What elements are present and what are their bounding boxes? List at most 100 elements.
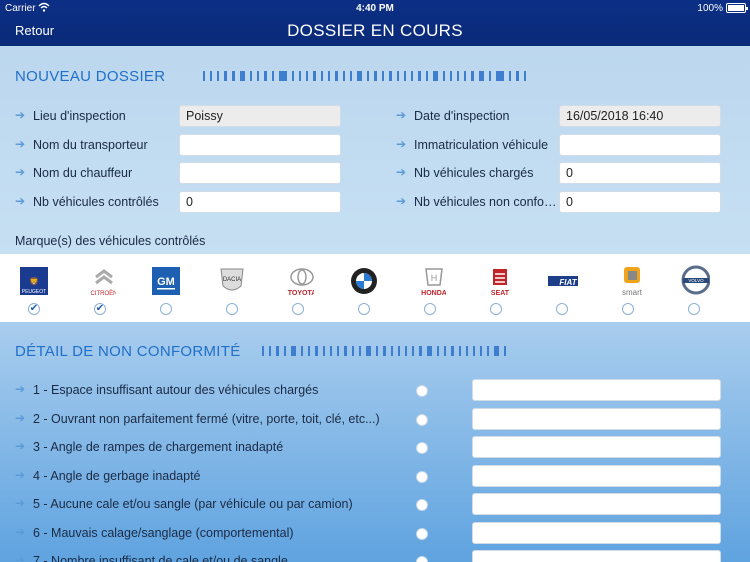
- brand-checkbox[interactable]: [292, 303, 304, 315]
- nonconformity-input[interactable]: [472, 493, 721, 515]
- brand-citroën[interactable]: CITROËN ✔: [69, 262, 129, 320]
- divider-dash: [487, 346, 489, 356]
- brand-honda[interactable]: H HONDA: [399, 262, 459, 320]
- brand-checkbox[interactable]: [490, 303, 502, 315]
- divider-dash: [374, 71, 377, 81]
- divider-dash: [427, 346, 432, 356]
- field-input[interactable]: 0: [559, 162, 721, 184]
- arrow-right-icon: ➔: [15, 382, 26, 396]
- svg-text:GM: GM: [157, 276, 175, 288]
- brand-logo-icon: FIAT: [546, 265, 578, 297]
- divider-dash: [398, 346, 400, 356]
- brand-logo-icon: VOLVO: [678, 265, 710, 297]
- divider-dash: [471, 71, 474, 81]
- nonconformity-input[interactable]: [472, 436, 721, 458]
- nouveau-dossier-section: NOUVEAU DOSSIER ➔ Lieu d'inspection Poissy…: [0, 46, 750, 254]
- divider-dash: [308, 346, 310, 356]
- brand-checkbox[interactable]: [424, 303, 436, 315]
- brand-bmw[interactable]: [333, 262, 393, 320]
- brands-label: Marque(s) des véhicules contrôlés: [15, 234, 206, 248]
- brand-checkbox[interactable]: [688, 303, 700, 315]
- nonconformity-radio[interactable]: [416, 442, 428, 454]
- divider-dash: [418, 71, 421, 81]
- nonconformity-row: ➔ 2 - Ouvrant non parfaitement fermé (vit…: [0, 407, 750, 432]
- divider-dash: [306, 71, 308, 81]
- brand-checkbox[interactable]: [556, 303, 568, 315]
- nonconformity-radio[interactable]: [416, 527, 428, 540]
- divider-dash: [323, 346, 325, 356]
- brand-seat[interactable]: SEAT: [465, 262, 525, 320]
- brand-checkbox[interactable]: [622, 303, 634, 315]
- nonconformity-row: ➔ 3 - Angle de rampes de chargement inada…: [0, 436, 750, 460]
- status-bar: Carrier 4:40 PM 100%: [0, 0, 750, 16]
- svg-text:VOLVO: VOLVO: [688, 278, 704, 283]
- divider-dash: [276, 346, 279, 356]
- brand-logo-icon: [348, 265, 380, 297]
- brand-logo-icon: DACIA: [216, 265, 248, 297]
- divider-dash: [217, 71, 219, 81]
- nonconformity-input[interactable]: [472, 464, 721, 487]
- nonconformity-radio[interactable]: [416, 385, 428, 397]
- divider-dash: [264, 71, 267, 81]
- brand-checkbox[interactable]: [358, 303, 370, 315]
- brand-volvo[interactable]: VOLVO: [663, 262, 723, 320]
- divider-dash: [419, 346, 422, 356]
- divider-dash: [496, 71, 504, 81]
- divider-dash: [504, 346, 506, 356]
- brand-peugeot[interactable]: 🦁 PEUGEOT ✔: [3, 262, 63, 320]
- brand-smart[interactable]: smart: [597, 262, 657, 320]
- nonconformity-radio[interactable]: [416, 470, 428, 483]
- nonconformity-row: ➔ 6 - Mauvais calage/sanglage (comporteme…: [0, 521, 750, 546]
- divider-dash: [516, 71, 519, 81]
- brand-gm[interactable]: GM: [135, 262, 195, 320]
- nonconformity-input[interactable]: [472, 521, 721, 544]
- svg-text:PEUGEOT: PEUGEOT: [22, 289, 46, 295]
- divider-dash: [480, 346, 482, 356]
- brand-dacia[interactable]: DACIA: [201, 262, 261, 320]
- brand-fiat[interactable]: FIAT: [531, 262, 591, 320]
- field-input[interactable]: 16/05/2018 16:40: [559, 105, 721, 127]
- brand-logo-icon: H HONDA: [414, 265, 446, 297]
- nonconformity-input[interactable]: [472, 379, 721, 401]
- divider-dash: [444, 346, 446, 356]
- section-title-nouveau: NOUVEAU DOSSIER: [15, 68, 166, 85]
- brand-checkbox[interactable]: ✔: [28, 303, 40, 315]
- divider-dash: [457, 71, 459, 81]
- nonconformity-row: ➔ 1 - Espace insuffisant autour des véhic…: [0, 379, 750, 403]
- svg-text:H: H: [431, 273, 438, 283]
- brand-logo-icon: GM: [150, 265, 182, 297]
- divider-dash: [203, 71, 205, 81]
- svg-text:SEAT: SEAT: [491, 290, 510, 297]
- brand-checkbox[interactable]: [226, 303, 238, 315]
- field-input[interactable]: [559, 133, 721, 156]
- nonconformity-input[interactable]: [472, 550, 721, 562]
- brand-checkbox[interactable]: ✔: [94, 303, 106, 315]
- brand-logo-icon: smart: [612, 265, 644, 297]
- svg-text:TOYOTA: TOYOTA: [288, 290, 314, 297]
- nonconformity-row: ➔ 5 - Aucune cale et/ou sangle (par véhic…: [0, 493, 750, 517]
- nonconformity-radio[interactable]: [416, 499, 428, 511]
- nonconformity-input[interactable]: [472, 407, 721, 430]
- divider-dash: [210, 71, 212, 81]
- divider-dash: [391, 346, 393, 356]
- divider-dash: [301, 346, 303, 356]
- nonconformity-label: 3 - Angle de rampes de chargement inadap…: [33, 440, 284, 454]
- battery-icon: [726, 3, 748, 13]
- divider-dash: [479, 71, 484, 81]
- arrow-right-icon: ➔: [15, 467, 26, 482]
- divider-dash: [262, 346, 264, 356]
- nonconformity-radio[interactable]: [416, 413, 428, 426]
- brand-checkbox[interactable]: [160, 303, 172, 315]
- divider-dash: [272, 71, 274, 81]
- nonconformity-radio[interactable]: [416, 556, 428, 562]
- nonconformity-label: 2 - Ouvrant non parfaitement fermé (vitr…: [33, 411, 380, 426]
- nonconformity-label: 7 - Nombre insuffisant de cale et/ou de …: [33, 554, 288, 562]
- field-input[interactable]: 0: [559, 190, 721, 213]
- divider-dash: [315, 346, 318, 356]
- brand-toyota[interactable]: TOYOTA: [267, 262, 327, 320]
- arrow-right-icon: ➔: [396, 165, 407, 179]
- nonconformity-row: ➔ 4 - Angle de gerbage inadapté: [0, 464, 750, 489]
- page-title: DOSSIER EN COURS: [287, 21, 463, 40]
- svg-text:🦁: 🦁: [29, 276, 39, 286]
- divider-dash: [313, 71, 316, 81]
